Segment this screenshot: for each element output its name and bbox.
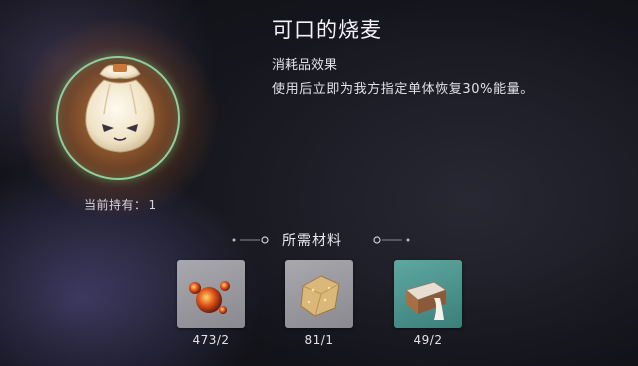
holding-label: 当前持有：	[84, 198, 147, 212]
holding-value: 1	[148, 198, 157, 212]
material-slot-2[interactable]	[285, 260, 353, 328]
milk-carton-icon	[404, 281, 448, 320]
materials-header: 所需材料	[230, 230, 410, 250]
material-count-3: 49/2	[413, 333, 443, 347]
divider-ornament-right-icon	[373, 236, 410, 244]
shaomai-dumpling-icon	[85, 64, 155, 153]
ember-orbs-icon	[189, 281, 230, 314]
divider-ornament-left-icon	[232, 236, 269, 244]
grain-cube-icon	[300, 275, 340, 317]
holding-count: 当前持有： 1	[82, 196, 157, 213]
material-slot-3[interactable]	[394, 260, 462, 328]
effect-label: 消耗品效果	[272, 58, 338, 73]
material-count-2: 81/1	[304, 333, 334, 347]
item-name: 可口的烧麦	[272, 18, 382, 42]
effect-description: 使用后立即为我方指定单体恢复30%能量。	[272, 82, 534, 97]
materials-title: 所需材料	[282, 233, 342, 249]
material-count-1: 473/2	[192, 333, 230, 347]
material-slot-1[interactable]	[177, 260, 245, 328]
